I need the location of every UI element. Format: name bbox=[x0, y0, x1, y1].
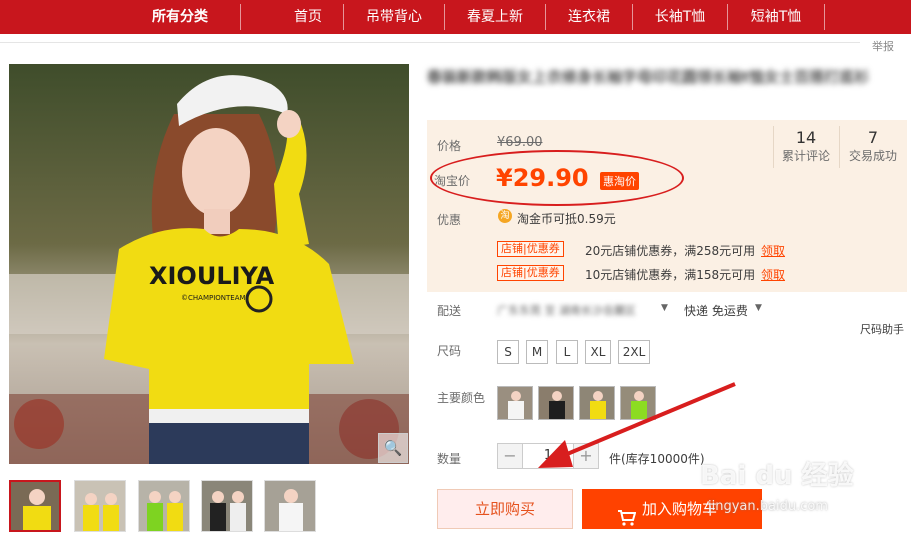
stock-info: 件(库存10000件) bbox=[609, 452, 705, 466]
nav-item-long-sleeve[interactable]: 长袖T恤 bbox=[633, 0, 727, 34]
report-link[interactable]: 举报 bbox=[872, 38, 894, 54]
nav-all-categories[interactable]: 所有分类 bbox=[120, 0, 240, 34]
size-helper-link[interactable]: 尺码助手 bbox=[860, 321, 904, 337]
deals-label: 交易成功 bbox=[848, 149, 897, 163]
size-option-xl[interactable]: XL bbox=[585, 340, 611, 364]
method-dropdown-caret-icon[interactable]: ▼ bbox=[755, 303, 762, 313]
coupon-get-link-2[interactable]: 领取 bbox=[761, 266, 785, 283]
size-option-2xl[interactable]: 2XL bbox=[618, 340, 650, 364]
nav-item-short-sleeve[interactable]: 短袖T恤 bbox=[728, 0, 824, 34]
thumbnail-2[interactable] bbox=[74, 480, 126, 532]
price-annotation-ellipse bbox=[430, 150, 684, 206]
buy-now-button[interactable]: 立即购买 bbox=[437, 489, 573, 529]
product-title-text: 春装新款韩版女上衣修身长袖字母印花圆领长袖t恤女士百搭打底衫 bbox=[427, 68, 870, 86]
cart-icon bbox=[618, 501, 637, 541]
thumbnail-5[interactable] bbox=[264, 480, 316, 532]
size-label: 尺码 bbox=[437, 344, 462, 358]
location-dropdown-caret-icon[interactable]: ▼ bbox=[661, 303, 668, 313]
original-price: ¥69.00 bbox=[497, 135, 543, 150]
main-product-image[interactable]: XIOULIYA ©CHAMPIONTEAM 🔍 bbox=[9, 64, 409, 464]
quantity-increase-button[interactable]: + bbox=[573, 443, 599, 469]
color-label: 主要颜色 bbox=[437, 391, 486, 405]
reviews-count: 14 bbox=[795, 128, 817, 147]
promo-label: 优惠 bbox=[437, 213, 462, 227]
reviews-label: 累计评论 bbox=[781, 149, 830, 163]
top-nav-bar: 所有分类 首页 吊带背心 春夏上新 连衣裙 长袖T恤 短袖T恤 bbox=[0, 0, 911, 34]
nav-item-new-arrivals[interactable]: 春夏上新 bbox=[445, 0, 545, 34]
coupon-tag-1: 店铺|优惠券 bbox=[497, 241, 564, 257]
product-page: 所有分类 首页 吊带背心 春夏上新 连衣裙 长袖T恤 短袖T恤 举报 XIOUL… bbox=[0, 0, 911, 546]
quantity-input[interactable]: 1 bbox=[523, 443, 573, 469]
taobao-coin-icon: 淘 bbox=[498, 209, 512, 223]
coupon-text-1: 20元店铺优惠券，满258元可用 bbox=[585, 244, 756, 258]
product-photo: XIOULIYA ©CHAMPIONTEAM bbox=[9, 64, 409, 464]
coupon-tag-2: 店铺|优惠券 bbox=[497, 265, 564, 281]
baidu-jingyan-watermark-url: jingyan.baidu.com bbox=[708, 499, 828, 514]
nav-divider bbox=[240, 4, 241, 30]
quantity-decrease-button[interactable]: − bbox=[497, 443, 523, 469]
shirt-print-subtext: ©CHAMPIONTEAM bbox=[181, 294, 246, 302]
baidu-jingyan-watermark: Bai du 经验 bbox=[700, 461, 854, 491]
deals-count: 7 bbox=[867, 128, 879, 147]
color-swatch-yellow[interactable] bbox=[579, 386, 615, 420]
deals-stat[interactable]: 7 交易成功 bbox=[840, 128, 906, 164]
shipping-location[interactable]: 广东东莞 至 湖南长沙岳麓区 bbox=[497, 302, 636, 318]
nav-item-camisoles[interactable]: 吊带背心 bbox=[344, 0, 444, 34]
quantity-label: 数量 bbox=[437, 452, 462, 466]
nav-item-home[interactable]: 首页 bbox=[270, 0, 346, 34]
nav-item-dresses[interactable]: 连衣裙 bbox=[546, 0, 632, 34]
size-option-l[interactable]: L bbox=[556, 340, 578, 364]
thumbnail-1[interactable] bbox=[9, 480, 61, 532]
coupon-get-link-1[interactable]: 领取 bbox=[761, 242, 785, 259]
coin-discount-text: 淘金币可抵0.59元 bbox=[517, 212, 616, 226]
product-title: 春装新款韩版女上衣修身长袖字母印花圆领长袖t恤女士百搭打底衫 bbox=[427, 66, 907, 88]
shipping-label: 配送 bbox=[437, 304, 462, 318]
zoom-icon[interactable]: 🔍 bbox=[378, 433, 408, 463]
header-divider bbox=[0, 42, 860, 43]
nav-divider bbox=[824, 4, 825, 30]
thumbnail-4[interactable] bbox=[201, 480, 253, 532]
shirt-print-text: XIOULIYA bbox=[149, 262, 275, 290]
size-option-m[interactable]: M bbox=[526, 340, 548, 364]
coupon-text-2: 10元店铺优惠券，满158元可用 bbox=[585, 268, 756, 282]
color-swatch-white[interactable] bbox=[497, 386, 533, 420]
color-swatch-green[interactable] bbox=[620, 386, 656, 420]
add-to-cart-label: 加入购物车 bbox=[642, 500, 718, 518]
reviews-stat[interactable]: 14 累计评论 bbox=[773, 128, 839, 164]
shipping-method[interactable]: 快递 免运费 bbox=[684, 302, 748, 319]
thumbnail-3[interactable] bbox=[138, 480, 190, 532]
color-swatch-black[interactable] bbox=[538, 386, 574, 420]
price-label: 价格 bbox=[437, 139, 462, 153]
size-option-s[interactable]: S bbox=[497, 340, 519, 364]
